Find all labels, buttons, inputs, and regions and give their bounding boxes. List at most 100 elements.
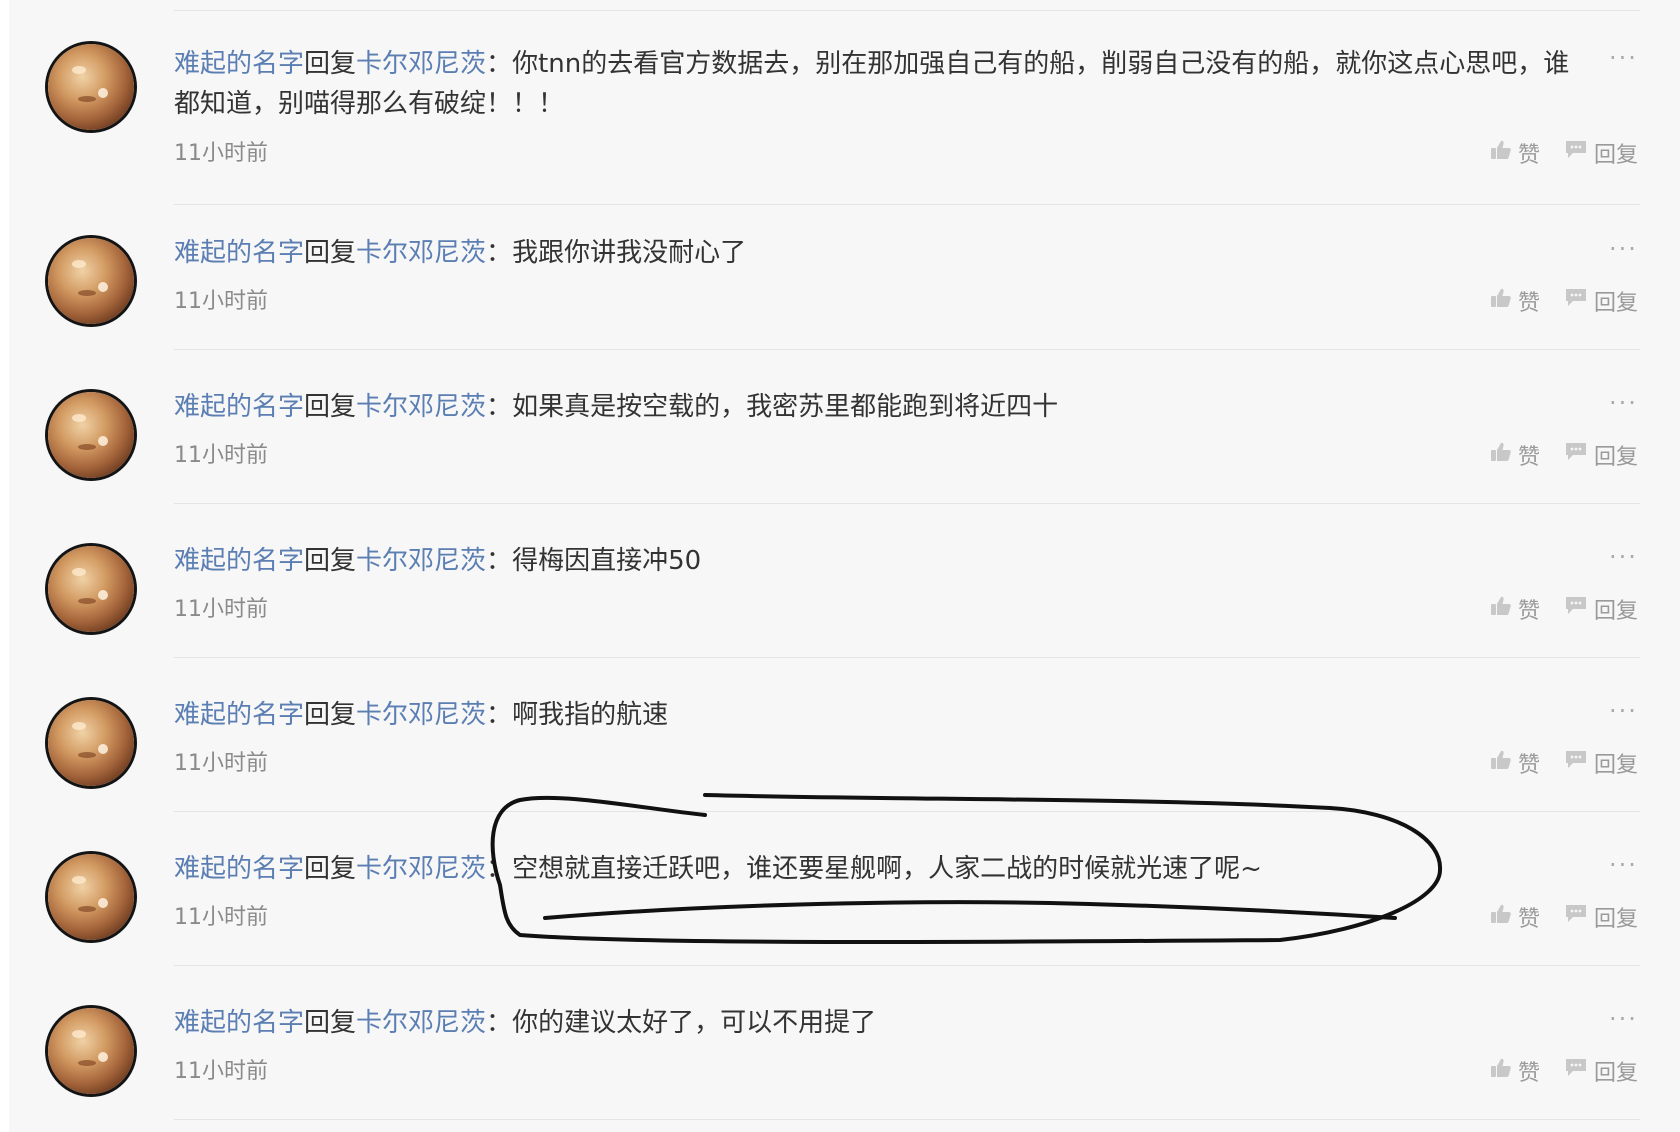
- author-link[interactable]: 难起的名字: [174, 546, 304, 576]
- comment-actions: 赞 回复: [1490, 439, 1642, 471]
- avatar-detail: [78, 906, 96, 912]
- comment-actions: 赞 回复: [1490, 1055, 1642, 1087]
- like-label: 赞: [1518, 1061, 1541, 1086]
- colon: ：: [486, 49, 513, 79]
- timestamp: 11小时前: [174, 905, 268, 930]
- more-dots-icon[interactable]: ···: [1609, 391, 1638, 415]
- avatar[interactable]: [48, 238, 134, 324]
- reply-button[interactable]: 回复: [1564, 593, 1638, 625]
- colon: ：: [486, 238, 513, 268]
- avatar-detail: [78, 290, 96, 296]
- comment-text: 难起的名字回复卡尔邓尼茨：如果真是按空载的，我密苏里都能跑到将近四十: [174, 387, 1574, 427]
- like-button[interactable]: 赞: [1490, 1055, 1540, 1087]
- avatar[interactable]: [48, 1008, 134, 1094]
- avatar[interactable]: [48, 700, 134, 786]
- speech-bubble-icon: [1564, 595, 1588, 623]
- author-link[interactable]: 难起的名字: [174, 700, 304, 730]
- reply-target-link[interactable]: 卡尔邓尼茨: [356, 854, 486, 884]
- avatar-detail: [72, 260, 86, 268]
- avatar[interactable]: [48, 44, 134, 130]
- avatar-detail: [72, 414, 86, 422]
- like-button[interactable]: 赞: [1490, 439, 1540, 471]
- like-button[interactable]: 赞: [1490, 285, 1540, 317]
- avatar-detail: [72, 722, 86, 730]
- reply-target-link[interactable]: 卡尔邓尼茨: [356, 700, 486, 730]
- thumbs-up-icon: [1490, 287, 1512, 315]
- divider: [174, 657, 1640, 658]
- reply-button[interactable]: 回复: [1564, 1055, 1638, 1087]
- reply-target-link[interactable]: 卡尔邓尼茨: [356, 49, 486, 79]
- divider: [174, 10, 1640, 11]
- avatar-detail: [98, 590, 108, 600]
- avatar-detail: [98, 898, 108, 908]
- like-label: 赞: [1518, 291, 1541, 316]
- avatar-detail: [72, 1030, 86, 1038]
- avatar-detail: [78, 1060, 96, 1066]
- thumbs-up-icon: [1490, 139, 1512, 167]
- reply-button[interactable]: 回复: [1564, 285, 1638, 317]
- like-button[interactable]: 赞: [1490, 747, 1540, 779]
- reply-word: 回复: [304, 700, 357, 730]
- like-label: 赞: [1518, 143, 1541, 168]
- timestamp: 11小时前: [174, 141, 268, 166]
- avatar-detail: [98, 282, 108, 292]
- reply-word: 回复: [304, 392, 357, 422]
- reply-button[interactable]: 回复: [1564, 747, 1638, 779]
- speech-bubble-icon: [1564, 749, 1588, 777]
- more-dots-icon[interactable]: ···: [1609, 699, 1638, 723]
- more-dots-icon[interactable]: ···: [1609, 46, 1638, 70]
- thumbs-up-icon: [1490, 1057, 1512, 1085]
- comment-actions: 赞 回复: [1490, 137, 1642, 169]
- author-link[interactable]: 难起的名字: [174, 854, 304, 884]
- avatar[interactable]: [48, 392, 134, 478]
- author-link[interactable]: 难起的名字: [174, 392, 304, 422]
- reply-button[interactable]: 回复: [1564, 901, 1638, 933]
- author-link[interactable]: 难起的名字: [174, 238, 304, 268]
- divider: [174, 349, 1640, 350]
- thumbs-up-icon: [1490, 903, 1512, 931]
- more-dots-icon[interactable]: ···: [1609, 237, 1638, 261]
- thumbs-up-icon: [1490, 595, 1512, 623]
- reply-label: 回复: [1594, 143, 1639, 168]
- like-button[interactable]: 赞: [1490, 593, 1540, 625]
- comment-text: 难起的名字回复卡尔邓尼茨：空想就直接迁跃吧，谁还要星舰啊，人家二战的时候就光速了…: [174, 849, 1574, 889]
- reply-target-link[interactable]: 卡尔邓尼茨: [356, 546, 486, 576]
- timestamp: 11小时前: [174, 443, 268, 468]
- reply-word: 回复: [304, 546, 357, 576]
- reply-target-link[interactable]: 卡尔邓尼茨: [356, 1008, 486, 1038]
- avatar-detail: [98, 88, 108, 98]
- more-dots-icon[interactable]: ···: [1609, 1007, 1638, 1031]
- like-label: 赞: [1518, 907, 1541, 932]
- comment-text: 难起的名字回复卡尔邓尼茨：你tnn的去看官方数据去，别在那加强自己有的船，削弱自…: [174, 44, 1574, 124]
- avatar-detail: [98, 1052, 108, 1062]
- speech-bubble-icon: [1564, 1057, 1588, 1085]
- reply-button[interactable]: 回复: [1564, 137, 1638, 169]
- colon: ：: [486, 1008, 513, 1038]
- reply-word: 回复: [304, 238, 357, 268]
- like-button[interactable]: 赞: [1490, 137, 1540, 169]
- comment-body: 空想就直接迁跃吧，谁还要星舰啊，人家二战的时候就光速了呢~: [512, 854, 1262, 884]
- more-dots-icon[interactable]: ···: [1609, 545, 1638, 569]
- avatar-detail: [72, 876, 86, 884]
- reply-label: 回复: [1594, 291, 1639, 316]
- author-link[interactable]: 难起的名字: [174, 1008, 304, 1038]
- reply-label: 回复: [1594, 599, 1639, 624]
- like-label: 赞: [1518, 753, 1541, 778]
- colon: ：: [486, 392, 513, 422]
- speech-bubble-icon: [1564, 287, 1588, 315]
- timestamp: 11小时前: [174, 751, 268, 776]
- avatar[interactable]: [48, 546, 134, 632]
- divider: [174, 503, 1640, 504]
- avatar[interactable]: [48, 854, 134, 940]
- reply-button[interactable]: 回复: [1564, 439, 1638, 471]
- more-dots-icon[interactable]: ···: [1609, 853, 1638, 877]
- comment-text: 难起的名字回复卡尔邓尼茨：得梅因直接冲50: [174, 541, 1574, 581]
- avatar-detail: [72, 568, 86, 576]
- like-button[interactable]: 赞: [1490, 901, 1540, 933]
- comment-body: 得梅因直接冲50: [512, 546, 702, 576]
- author-link[interactable]: 难起的名字: [174, 49, 304, 79]
- avatar-detail: [98, 744, 108, 754]
- divider: [174, 1119, 1640, 1120]
- reply-target-link[interactable]: 卡尔邓尼茨: [356, 392, 486, 422]
- reply-target-link[interactable]: 卡尔邓尼茨: [356, 238, 486, 268]
